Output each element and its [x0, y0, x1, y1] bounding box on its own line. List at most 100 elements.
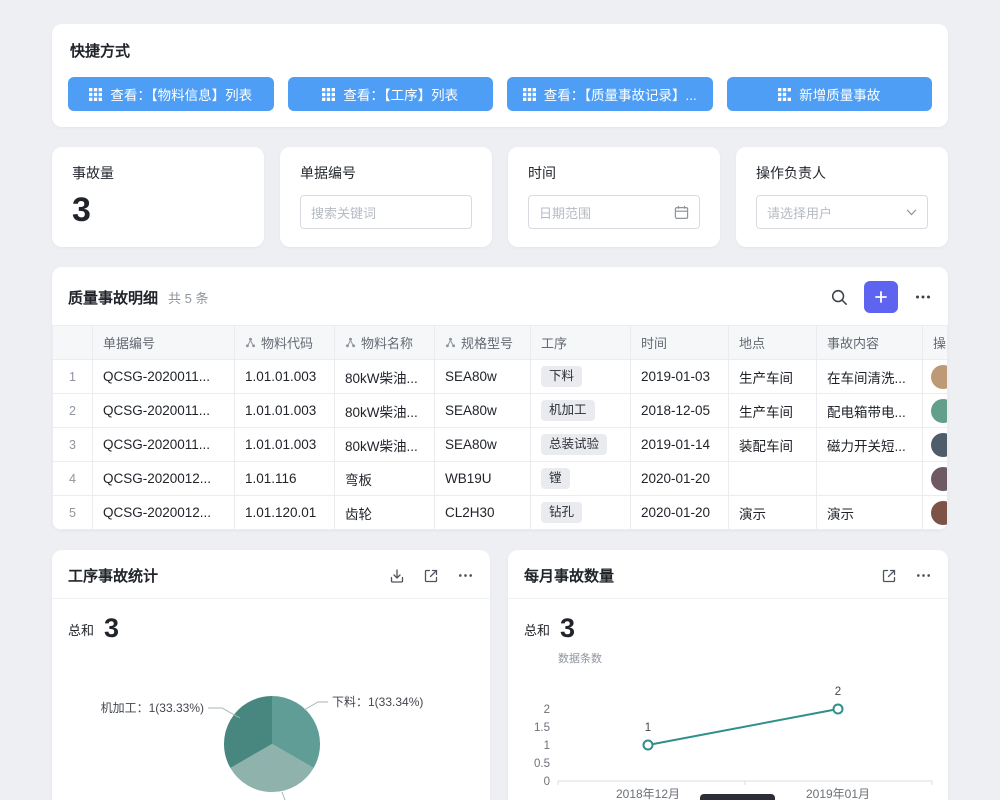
y-tick: 1: [544, 740, 550, 752]
avatar: [931, 365, 948, 389]
table-row[interactable]: 4 QCSG-2020012... 1.01.116 弯板 WB19U 镗 20…: [53, 462, 948, 496]
x-tick: 2018年12月: [616, 787, 680, 800]
table-row[interactable]: 3 QCSG-2020011... 1.01.01.003 80kW柴油... …: [53, 428, 948, 462]
pie-chart-title: 工序事故统计: [68, 565, 389, 586]
x-tick: 2019年01月: [806, 787, 870, 800]
line-total-value: 3: [560, 615, 575, 642]
line-card-header: 每月事故数量: [508, 550, 948, 599]
y-tick: 0.5: [534, 758, 550, 770]
process-tag: 钻孔: [541, 502, 582, 523]
accident-count-value: 3: [72, 193, 244, 227]
pie-chart: 机加工：1(33.33%) 下料：1(33.34%) 总装试验：1(33.33%…: [52, 648, 490, 800]
process-tag: 下料: [541, 366, 582, 387]
x-axis-title-tooltip: 时间（月）: [700, 794, 775, 800]
y-tick: 0: [544, 776, 550, 788]
more-icon[interactable]: [915, 567, 932, 584]
time-filter-card: 时间 日期范围: [508, 147, 720, 247]
col-time: 时间: [631, 326, 729, 360]
data-label: 2: [835, 686, 841, 698]
shortcuts-button-row: 查看：【物料信息】列表 查看：【工序】列表 查看：【质量事故记录】... 新增质…: [68, 77, 932, 111]
button-label: 查看：【质量事故记录】...: [544, 84, 697, 104]
calendar-icon: [674, 205, 689, 220]
lookup-field-icon: [245, 337, 256, 348]
table-row[interactable]: 5 QCSG-2020012... 1.01.120.01 齿轮 CL2H30 …: [53, 496, 948, 530]
operator-filter-label: 操作负责人: [756, 163, 928, 183]
button-label: 新增质量事故: [799, 84, 880, 104]
shortcuts-card: 快捷方式 查看：【物料信息】列表 查看：【工序】列表 查看：【质量事故记录】..…: [52, 24, 948, 127]
quality-accident-table: 单据编号 物料代码 物料名称 规格型号 工序 时间 地点 事故内容 操: [52, 325, 948, 530]
dashboard-page: 快捷方式 查看：【物料信息】列表 查看：【工序】列表 查看：【质量事故记录】..…: [0, 0, 1000, 800]
avatar: [931, 433, 948, 457]
operator-placeholder: 请选择用户: [767, 203, 832, 222]
table-more-button[interactable]: [914, 288, 932, 306]
grid-icon: [523, 88, 536, 101]
y-axis-title: 数据条数: [558, 651, 602, 665]
export-image-icon[interactable]: [389, 568, 405, 584]
plus-icon: [873, 289, 889, 305]
col-place: 地点: [729, 326, 817, 360]
data-point: [644, 741, 653, 750]
avatar: [931, 399, 948, 423]
pie-card-header: 工序事故统计: [52, 550, 490, 599]
y-tick: 1.5: [534, 722, 550, 734]
line-total-row: 总和 3: [508, 599, 948, 642]
view-process-list-button[interactable]: 查看：【工序】列表: [288, 77, 494, 111]
pie-total-label: 总和: [68, 620, 94, 642]
operator-filter-card: 操作负责人 请选择用户: [736, 147, 948, 247]
filter-row: 事故量 3 单据编号 搜索关键词 时间 日期范围 操作负责人 请选择用户: [52, 147, 948, 247]
view-material-list-button[interactable]: 查看：【物料信息】列表: [68, 77, 274, 111]
col-process: 工序: [531, 326, 631, 360]
table-row[interactable]: 2 QCSG-2020011... 1.01.01.003 80kW柴油... …: [53, 394, 948, 428]
process-accident-pie-card: 工序事故统计 总和 3: [52, 550, 490, 800]
data-point: [834, 705, 843, 714]
open-fullscreen-icon[interactable]: [881, 568, 897, 584]
process-tag: 机加工: [541, 400, 595, 421]
add-quality-accident-button[interactable]: 新增质量事故: [727, 77, 933, 111]
line-chart: 数据条数 2 1.5 1 0.5 0 1 2 2018年12月 2019年01月: [508, 648, 948, 800]
open-fullscreen-icon[interactable]: [423, 568, 439, 584]
col-content: 事故内容: [817, 326, 923, 360]
button-label: 查看：【工序】列表: [343, 84, 458, 104]
accident-count-label: 事故量: [72, 163, 244, 183]
doc-number-label: 单据编号: [300, 163, 472, 183]
add-record-button[interactable]: [864, 281, 898, 313]
doc-number-placeholder: 搜索关键词: [311, 203, 376, 222]
table-record-count: 共 5 条: [168, 288, 208, 307]
col-doc-number: 单据编号: [93, 326, 235, 360]
table-row[interactable]: 1 QCSG-2020011... 1.01.01.003 80kW柴油... …: [53, 360, 948, 394]
grid-icon: [89, 88, 102, 101]
col-material-name: 物料名称: [335, 326, 435, 360]
date-range-placeholder: 日期范围: [539, 203, 591, 222]
accident-count-card: 事故量 3: [52, 147, 264, 247]
process-tag: 总装试验: [541, 434, 607, 455]
chevron-down-icon: [906, 209, 917, 216]
more-icon[interactable]: [457, 567, 474, 584]
lookup-field-icon: [445, 337, 456, 348]
col-spec: 规格型号: [435, 326, 531, 360]
line-chart-title: 每月事故数量: [524, 565, 881, 586]
y-tick: 2: [544, 704, 550, 716]
charts-row: 工序事故统计 总和 3: [52, 550, 948, 800]
pie-label-xialiao: 下料：1(33.34%): [332, 695, 423, 709]
line-series: [648, 709, 838, 745]
col-material-code: 物料代码: [235, 326, 335, 360]
table-search-button[interactable]: [830, 288, 848, 306]
pie-label-jijiagong: 机加工：1(33.33%): [101, 701, 204, 715]
lookup-field-icon: [345, 337, 356, 348]
table-title: 质量事故明细: [68, 287, 158, 308]
table-header-bar: 质量事故明细 共 5 条: [52, 281, 948, 325]
view-quality-record-list-button[interactable]: 查看：【质量事故记录】...: [507, 77, 713, 111]
col-operator: 操: [923, 326, 948, 360]
data-label: 1: [645, 722, 651, 734]
avatar: [931, 501, 948, 525]
col-index: [53, 326, 93, 360]
monthly-accident-line-card: 每月事故数量 总和 3 数据条数 2 1.5 1 0.5: [508, 550, 948, 800]
grid-icon: [778, 88, 791, 101]
quality-accident-table-card: 质量事故明细 共 5 条 单据编号: [52, 267, 948, 530]
doc-number-search-input[interactable]: 搜索关键词: [300, 195, 472, 229]
pie-total-value: 3: [104, 615, 119, 642]
operator-select[interactable]: 请选择用户: [756, 195, 928, 229]
date-range-input[interactable]: 日期范围: [528, 195, 700, 229]
grid-icon: [322, 88, 335, 101]
process-tag: 镗: [541, 468, 570, 489]
